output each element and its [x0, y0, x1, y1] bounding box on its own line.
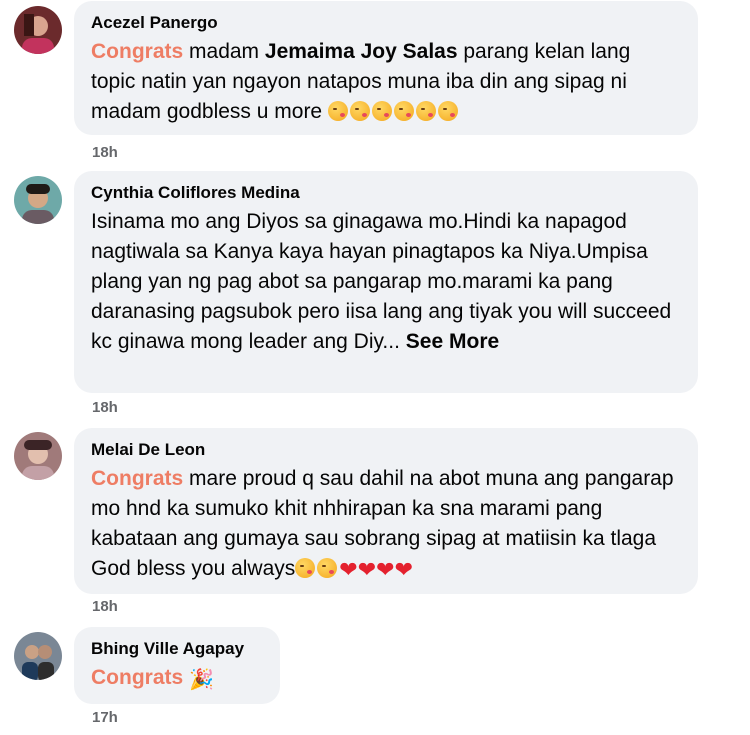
comment-timestamp[interactable]: 18h: [92, 144, 118, 161]
kiss-emoji-icon: [327, 100, 460, 123]
comment-timestamp[interactable]: 17h: [92, 709, 118, 726]
avatar[interactable]: [14, 432, 62, 480]
congrats-highlight[interactable]: Congrats: [91, 666, 183, 689]
congrats-highlight[interactable]: Congrats: [91, 467, 183, 490]
comment-bubble: Acezel Panergo Congrats madam Jemaima Jo…: [74, 1, 698, 135]
comment-author[interactable]: Melai De Leon: [91, 440, 680, 460]
see-more-link[interactable]: See More: [406, 330, 499, 353]
heart-emoji-icon: ❤❤❤❤: [339, 558, 414, 583]
comment-text: Isinama mo ang Diyos sa ginagawa mo.Hind…: [91, 210, 672, 353]
congrats-highlight[interactable]: Congrats: [91, 40, 183, 63]
comment-bubble: Melai De Leon Congrats mare proud q sau …: [74, 428, 698, 594]
comment-text: Congrats madam Jemaima Joy Salas parang …: [91, 40, 631, 123]
comment-text: Congrats mare proud q sau dahil na abot …: [91, 467, 674, 583]
comment-author[interactable]: Bhing Ville Agapay: [91, 639, 262, 659]
comment-text: Congrats 🎉: [91, 663, 262, 694]
party-popper-icon: 🎉: [189, 667, 214, 691]
avatar[interactable]: [14, 6, 62, 54]
comment-timestamp[interactable]: 18h: [92, 598, 118, 615]
comment-bubble: Bhing Ville Agapay Congrats 🎉: [74, 627, 280, 704]
tagged-user[interactable]: Jemaima Joy Salas: [265, 40, 458, 63]
comment-bubble: Cynthia Coliflores Medina Isinama mo ang…: [74, 171, 698, 393]
avatar[interactable]: [14, 176, 62, 224]
comment-author[interactable]: Cynthia Coliflores Medina: [91, 183, 680, 203]
comment-author[interactable]: Acezel Panergo: [91, 13, 680, 33]
avatar[interactable]: [14, 632, 62, 680]
kiss-emoji-icon: [295, 557, 339, 580]
comment-timestamp[interactable]: 18h: [92, 399, 118, 416]
